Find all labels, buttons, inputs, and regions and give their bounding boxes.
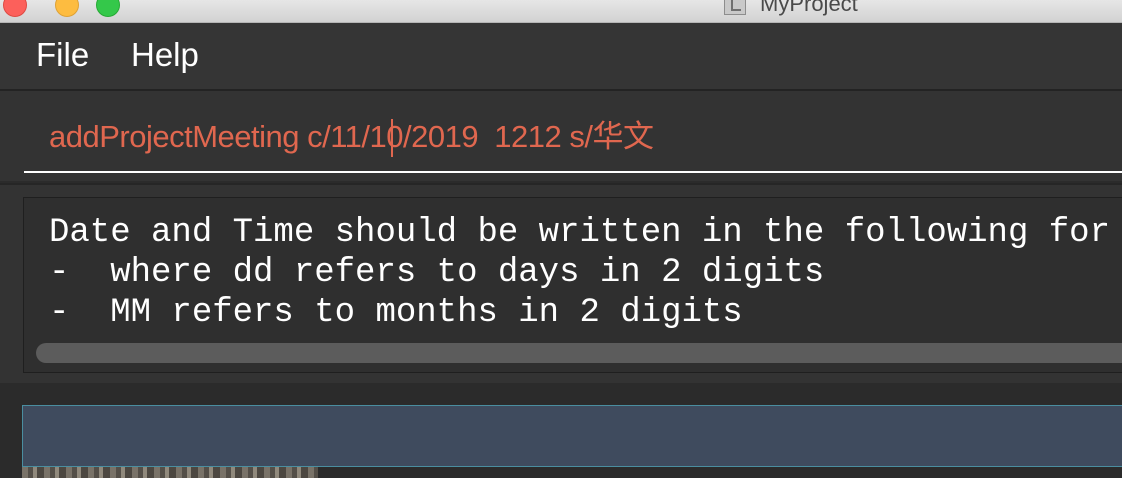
- window-title-text: MyProject: [760, 0, 858, 16]
- list-header: [22, 405, 1122, 467]
- text-caret: [391, 119, 393, 157]
- menu-file[interactable]: File: [36, 36, 89, 74]
- menu-bar: File Help: [0, 23, 1122, 91]
- minimize-window-button[interactable]: [55, 0, 79, 17]
- list-item-image: [22, 467, 318, 478]
- command-box: addProjectMeeting c/11/10/2019 1212 s/华文: [0, 91, 1122, 181]
- command-input[interactable]: addProjectMeeting c/11/10/2019 1212 s/华文: [24, 91, 1122, 173]
- result-line: Date and Time should be written in the f…: [49, 214, 1110, 252]
- result-line: - MM refers to months in 2 digits: [49, 294, 743, 332]
- horizontal-scrollbar[interactable]: [36, 343, 1122, 363]
- maximize-window-button[interactable]: [96, 0, 120, 17]
- window-title: MyProject: [724, 0, 858, 16]
- command-input-text: addProjectMeeting c/11/10/2019 1212 s/华文: [49, 119, 654, 154]
- document-icon: [724, 0, 746, 15]
- menu-help[interactable]: Help: [131, 36, 199, 74]
- result-display: Date and Time should be written in the f…: [23, 197, 1122, 373]
- project-list-panel: [0, 383, 1122, 478]
- close-window-button[interactable]: [3, 0, 27, 17]
- result-display-panel: Date and Time should be written in the f…: [0, 183, 1122, 383]
- result-line: - where dd refers to days in 2 digits: [49, 254, 825, 292]
- title-bar: MyProject: [0, 0, 1122, 23]
